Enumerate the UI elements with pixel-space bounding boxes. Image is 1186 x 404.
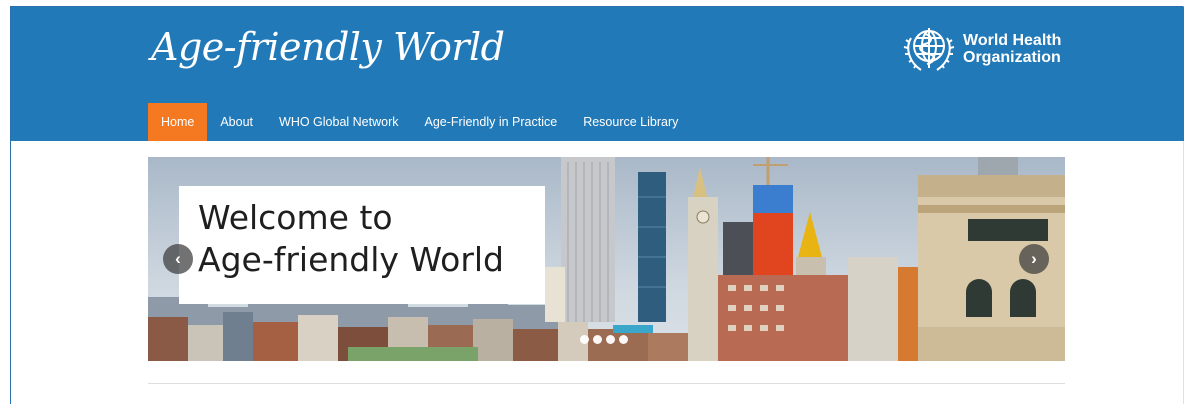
welcome-title-box: Welcome to Age-friendly World — [179, 186, 545, 304]
welcome-title-line-1: Welcome to — [198, 198, 393, 237]
who-wordmark: World Health Organization — [963, 32, 1061, 66]
carousel-prev-button[interactable]: ‹ — [163, 244, 193, 274]
chevron-right-icon: › — [1031, 249, 1037, 268]
hero-carousel[interactable]: Welcome to Age-friendly World ‹ › — [148, 157, 1065, 361]
carousel-dot-3[interactable] — [606, 335, 615, 344]
site-logo[interactable]: Age-friendly World — [151, 17, 505, 77]
carousel-dot-2[interactable] — [593, 335, 602, 344]
main-nav: Home About WHO Global Network Age-Friend… — [148, 103, 691, 141]
who-logo[interactable]: World Health Organization — [901, 22, 1061, 76]
nav-item-who-global-network[interactable]: WHO Global Network — [266, 103, 411, 141]
welcome-title-line-2: Age-friendly World — [198, 240, 505, 279]
nav-item-resource-library[interactable]: Resource Library — [570, 103, 691, 141]
chevron-left-icon: ‹ — [175, 249, 181, 268]
carousel-dot-1[interactable] — [580, 335, 589, 344]
carousel-pagination — [580, 335, 628, 344]
nav-item-home[interactable]: Home — [148, 103, 208, 141]
who-emblem-icon — [903, 28, 955, 71]
site-header: Age-friendly World World Health Organiza… — [11, 7, 1184, 141]
carousel-dot-4[interactable] — [619, 335, 628, 344]
nav-item-age-friendly-in-practice[interactable]: Age-Friendly in Practice — [412, 103, 571, 141]
who-line-1: World Health — [963, 32, 1062, 49]
who-line-2: Organization — [963, 49, 1061, 66]
nav-item-about[interactable]: About — [207, 103, 266, 141]
carousel-next-button[interactable]: › — [1019, 244, 1049, 274]
section-divider — [148, 383, 1065, 384]
